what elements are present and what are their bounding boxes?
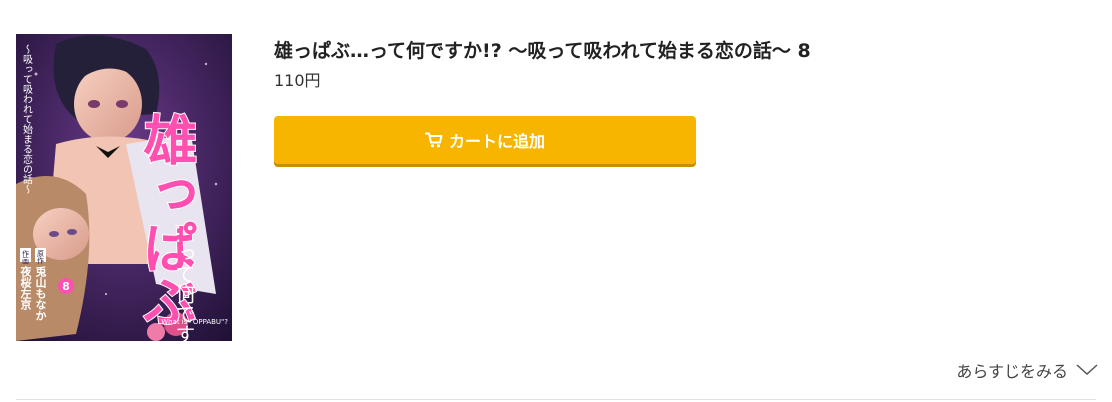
cart-icon <box>424 132 443 148</box>
cover-credit-art: 夜桜左京 <box>19 265 33 311</box>
synopsis-toggle[interactable]: あらすじをみる <box>956 358 1098 382</box>
cover-illustration: 雄っぱぶ …って何ですか 〜吸って吸われて始まる恋の話〜 作画 原作 夜桜左京 … <box>16 34 232 341</box>
book-cover[interactable]: 雄っぱぶ …って何ですか 〜吸って吸われて始まる恋の話〜 作画 原作 夜桜左京 … <box>16 34 232 341</box>
cover-credit-original: 兎山もなか <box>34 265 47 321</box>
cover-volume: 8 <box>62 280 70 293</box>
cover-tagline: 〜吸って吸われて始まる恋の話〜 <box>21 44 33 194</box>
chevron-down-icon <box>1076 361 1098 380</box>
synopsis-label: あらすじをみる <box>956 362 1068 381</box>
cover-english-title: What is "OPPABU"? <box>161 318 228 326</box>
add-to-cart-button[interactable]: カートに追加 <box>274 116 696 164</box>
product-title: 雄っぱぶ…って何ですか!? 〜吸って吸われて始まる恋の話〜 8 <box>274 40 811 62</box>
cover-credit-original-label: 原作 <box>37 250 45 265</box>
add-to-cart-label: カートに追加 <box>448 132 545 151</box>
product-price: 110円 <box>274 71 321 90</box>
cover-credit-art-label: 作画 <box>22 249 30 265</box>
section-divider <box>16 399 1096 400</box>
product-page: 雄っぱぶ …って何ですか 〜吸って吸われて始まる恋の話〜 作画 原作 夜桜左京 … <box>0 0 1112 402</box>
